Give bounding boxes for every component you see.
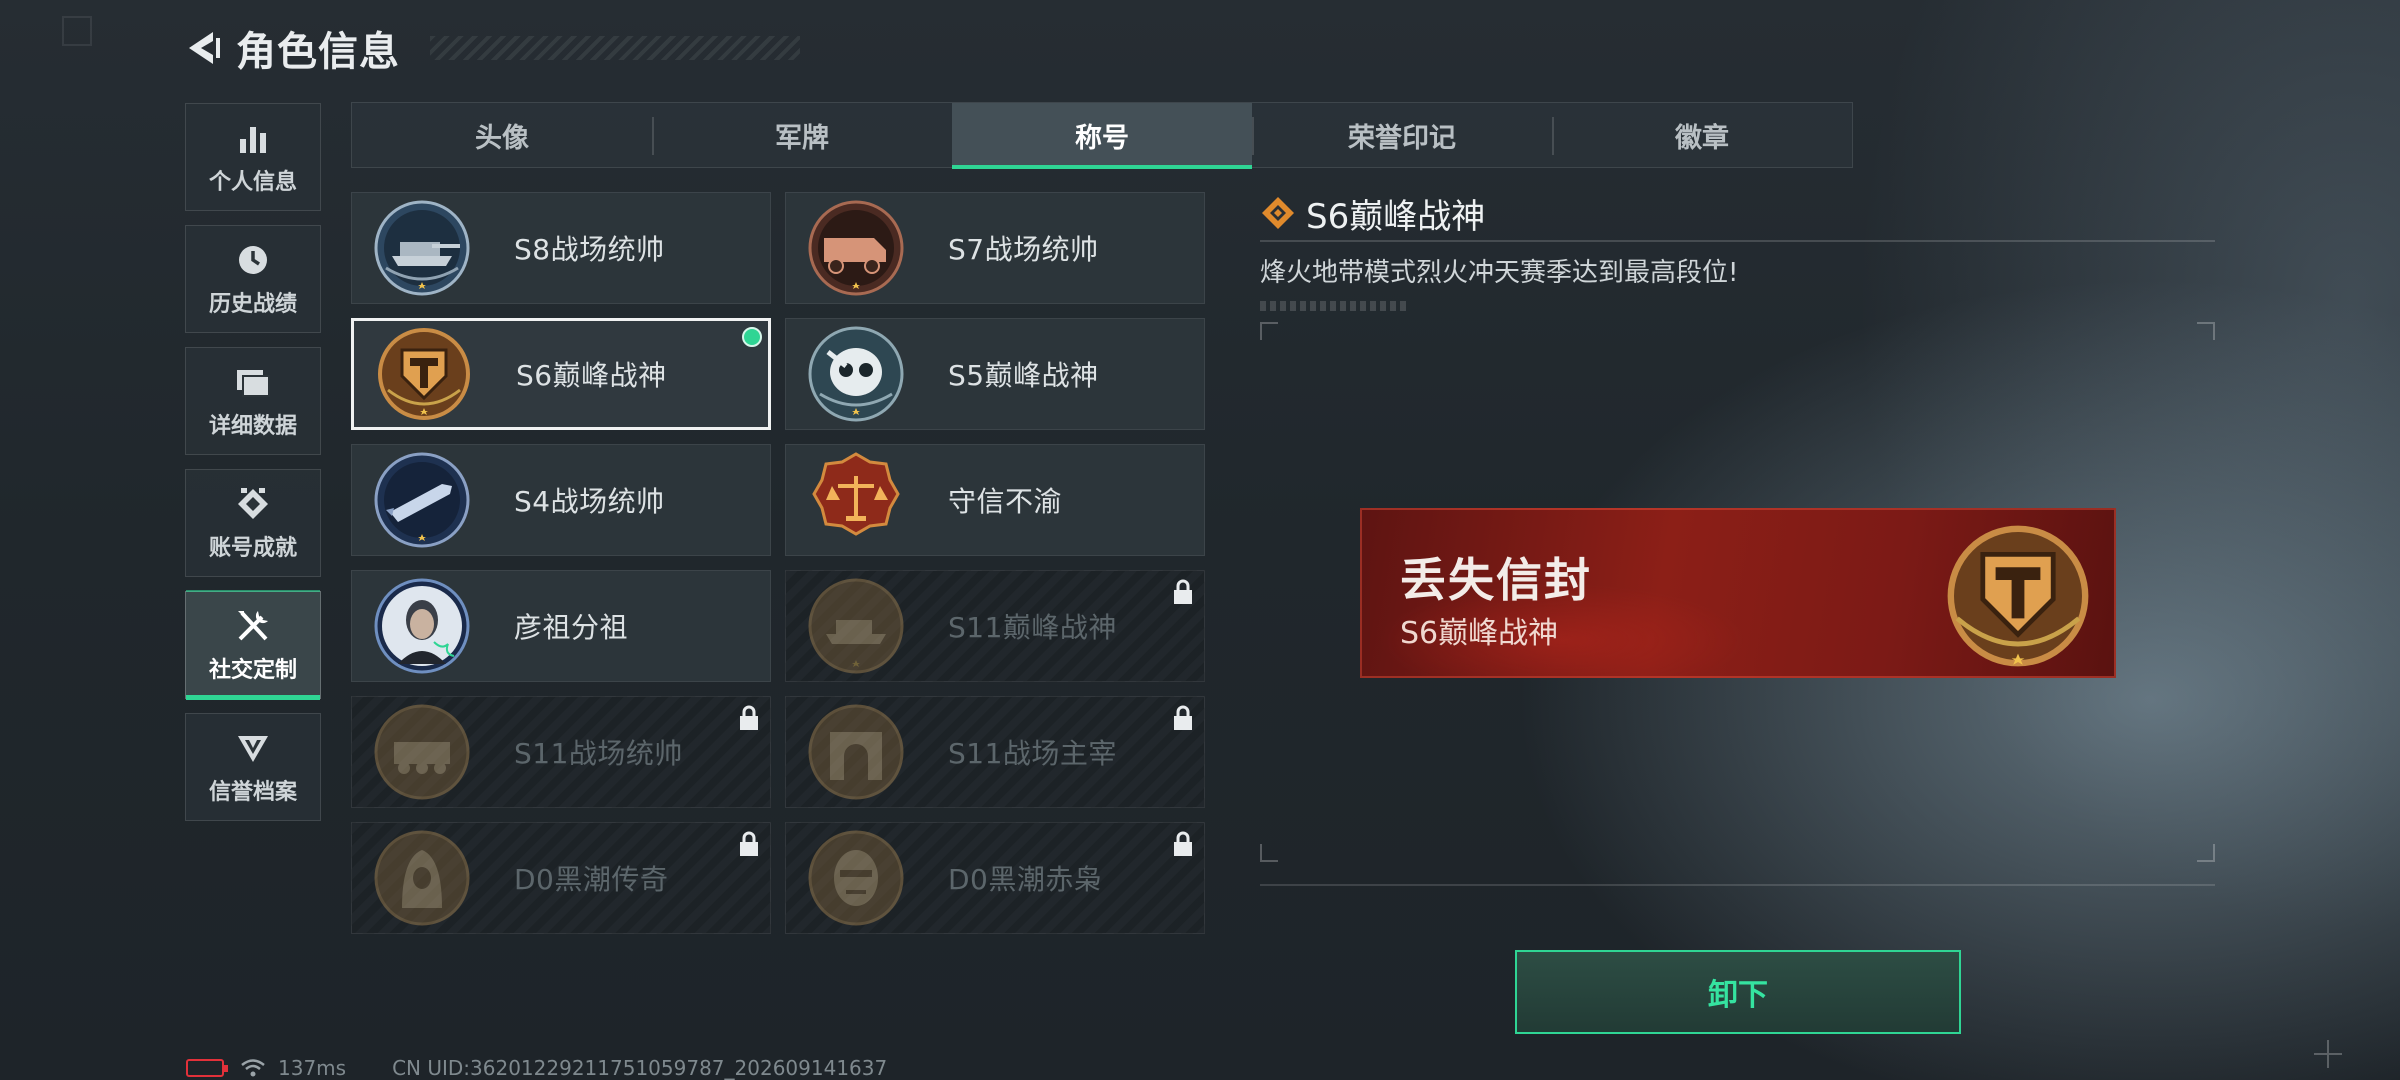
nameplate-title: S6巅峰战神 [1400,616,1559,651]
title-card-locked[interactable]: S11战场主宰 [785,696,1205,808]
detail-title: S6巅峰战神 [1306,196,1486,237]
title-name: D0黑潮传奇 [514,863,669,896]
title-decoration [430,36,800,60]
tab-badge[interactable]: 徽章 [1552,103,1852,167]
title-name: S8战场统帅 [514,233,665,266]
category-tabs: 头像 军牌 称号 荣誉印记 徽章 [351,102,1853,169]
tab-honor-mark[interactable]: 荣誉印记 [1252,103,1552,167]
sidebar-item-credit-file[interactable]: 信誉档案 [185,713,321,821]
title-card[interactable]: 彦祖分祖 [351,570,771,682]
sidebar-item-label: 信誉档案 [208,780,297,805]
page-title: 角色信息 [236,29,400,75]
title-name: S5巅峰战神 [948,359,1099,392]
sidebar-item-social-custom[interactable]: 社交定制 [185,590,321,700]
title-card[interactable]: S7战场统帅 [785,192,1205,304]
title-name: S11巅峰战神 [948,611,1117,644]
tab-avatar[interactable]: 头像 [352,103,652,167]
tab-dog-tag[interactable]: 军牌 [652,103,952,167]
lock-icon [740,705,758,730]
title-name: 守信不渝 [948,485,1063,518]
sidebar-item-personal-info[interactable]: 个人信息 [185,103,321,211]
clock-icon [233,240,273,280]
folder-icon [233,362,273,402]
ping-value: 137ms [278,1056,347,1080]
lock-icon [1174,831,1192,856]
emblem-icon [233,728,273,768]
wifi-icon [241,1059,265,1077]
sidebar-item-label: 个人信息 [208,170,297,195]
lock-icon [1174,705,1192,730]
title-name: S7战场统帅 [948,233,1099,266]
title-card[interactable]: S5巅峰战神 [785,318,1205,430]
bar-chart-icon [233,118,273,158]
title-card-locked[interactable]: S11战场统帅 [351,696,771,808]
scales-medal-icon [812,452,900,536]
tab-title[interactable]: 称号 [952,103,1252,169]
uid-text: CN UID:3620122921175105978​7_20260914163… [392,1056,888,1080]
sidebar-item-label: 历史战绩 [208,292,297,317]
detail-decoration [1260,301,1410,311]
achievement-icon [233,484,273,524]
skull-medal-icon [808,326,904,422]
detail-header: S6巅峰战神 [1260,190,2215,237]
title-card[interactable]: S4战场统帅 [351,444,771,556]
title-detail-panel: S6巅峰战神 烽火地带模式烈火冲天赛季达到最高段位! [1260,190,2215,311]
title-card-locked[interactable]: D0黑潮赤枭 [785,822,1205,934]
tank-medal-icon [808,578,904,674]
title-card-selected[interactable]: S6巅峰战神 [351,318,771,430]
title-name: S11战场主宰 [948,737,1117,770]
t-shield-medal-icon [378,328,470,420]
sidebar-item-detail-data[interactable]: 详细数据 [185,347,321,455]
back-arrow-icon[interactable] [180,25,226,71]
header: 角色信息 [180,22,800,75]
armored-car-medal-icon [808,200,904,296]
title-name: 彦祖分祖 [514,611,629,644]
preview-divider [1260,884,2215,886]
screen: 角色信息 个人信息 历史战绩 详细数据 账号成就 社交定制 信誉档案 头像 军牌… [0,0,2400,1080]
mask-medal-icon [808,830,904,926]
tank-medal-icon [374,200,470,296]
lock-icon [740,831,758,856]
player-name: 丢失信封 [1400,553,1592,607]
sidebar-item-label: 社交定制 [208,658,297,683]
portrait-medal-icon [374,578,470,674]
equipped-dot-icon [742,327,762,347]
title-name: S4战场统帅 [514,485,665,518]
arch-medal-icon [808,704,904,800]
detail-description: 烽火地带模式烈火冲天赛季达到最高段位! [1260,258,1739,288]
tools-icon [233,606,273,646]
title-nameplate-preview: 丢失信封 S6巅峰战神 [1360,508,2116,678]
sidebar-item-label: 详细数据 [208,414,297,439]
vehicle-medal-icon [374,704,470,800]
crosshair-decoration [2314,1040,2342,1068]
missile-medal-icon [374,452,470,548]
battery-icon [186,1059,228,1077]
t-shield-medal-icon [1947,525,2089,667]
title-card-locked[interactable]: S11巅峰战神 [785,570,1205,682]
status-bar: 137ms CN UID:3620122921175105978​7_20260… [186,1056,887,1080]
hooded-figure-medal-icon [374,830,470,926]
lock-icon [1174,579,1192,604]
divider [1260,240,2215,242]
title-card-locked[interactable]: D0黑潮传奇 [351,822,771,934]
title-card[interactable]: 守信不渝 [785,444,1205,556]
sidebar-item-achievements[interactable]: 账号成就 [185,469,321,577]
sidebar: 个人信息 历史战绩 详细数据 账号成就 社交定制 信誉档案 [185,103,321,835]
title-name: S6巅峰战神 [516,359,667,392]
sidebar-item-label: 账号成就 [208,536,297,561]
diamond-icon [1262,197,1294,229]
sidebar-item-history[interactable]: 历史战绩 [185,225,321,333]
title-name: D0黑潮赤枭 [948,863,1103,896]
title-card[interactable]: S8战场统帅 [351,192,771,304]
corner-decoration [62,16,92,46]
title-name: S11战场统帅 [514,737,683,770]
unequip-button[interactable]: 卸下 [1515,950,1961,1034]
